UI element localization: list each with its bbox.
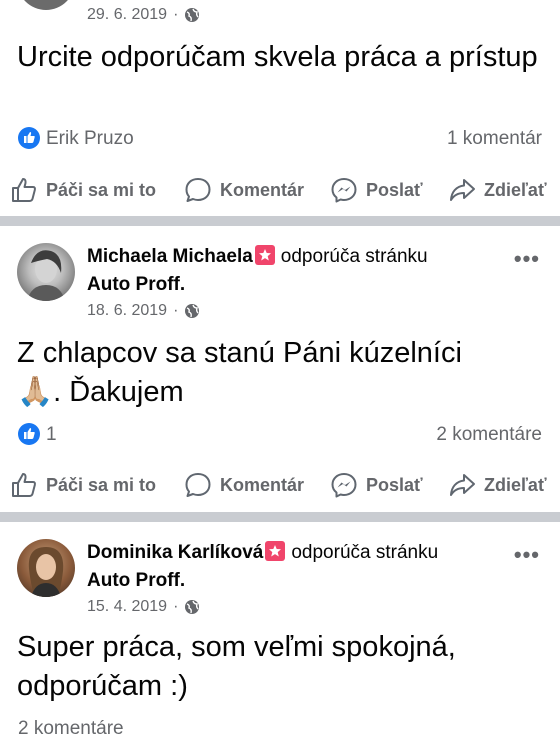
page-name[interactable]: Auto Proff.	[87, 274, 185, 295]
pray-emoji: 🙏🏼	[17, 376, 54, 408]
post-date[interactable]: 15. 4. 2019	[87, 598, 167, 616]
post-stats: 1 2 komentáre	[0, 422, 560, 448]
post-actions: Páči sa mi to Komentár Poslať Zdieľať	[0, 467, 560, 503]
post-divider	[0, 216, 560, 226]
more-options-button[interactable]: •••	[514, 246, 540, 272]
comment-label: Komentár	[220, 179, 305, 200]
author-line: Dominika Karlíková odporúča stránku Auto …	[87, 539, 507, 595]
like-label: Páči sa mi to	[46, 474, 157, 495]
post-2: Michaela Michaela odporúča stránku Auto P…	[0, 226, 560, 512]
post-date[interactable]: 18. 6. 2019	[87, 302, 167, 320]
avatar[interactable]	[17, 0, 75, 10]
share-icon	[450, 474, 475, 496]
post-stats: 2 komentáre	[0, 716, 560, 742]
comments-count[interactable]: 2 komentáre	[436, 422, 542, 448]
globe-icon	[185, 8, 200, 22]
like-reaction-icon	[18, 423, 40, 445]
post-meta: 15. 4. 2019 ·	[87, 598, 200, 616]
globe-icon	[185, 304, 200, 318]
author-name[interactable]: Dominika Karlíková	[87, 542, 263, 563]
avatar[interactable]	[17, 539, 75, 597]
author-line: Michaela Michaela odporúča stránku Auto P…	[87, 243, 507, 299]
reactions-names[interactable]: Erik Pruzo	[46, 126, 134, 152]
post-meta: 29. 6. 2019 ·	[87, 6, 200, 24]
post-1: 29. 6. 2019 · Urcite odporúčam skvela pr…	[0, 0, 560, 215]
comment-icon	[185, 473, 211, 497]
share-button[interactable]: Zdieľať	[448, 467, 547, 503]
comment-button[interactable]: Komentár	[184, 467, 304, 503]
comment-icon	[185, 178, 211, 202]
comments-count[interactable]: 1 komentár	[447, 126, 542, 152]
post-divider	[0, 512, 560, 522]
comment-label: Komentár	[220, 474, 305, 495]
globe-icon	[185, 600, 200, 614]
like-button[interactable]: Páči sa mi to	[10, 467, 156, 503]
recommend-badge-icon	[254, 245, 275, 265]
share-button[interactable]: Zdieľať	[448, 172, 547, 208]
post-text: Z chlapcov sa stanú Páni kúzelníci 🙏🏼. Ďa…	[17, 334, 547, 412]
meta-separator: ·	[173, 6, 179, 23]
send-label: Poslať	[366, 474, 423, 495]
comments-count[interactable]: 2 komentáre	[18, 716, 124, 742]
post-text: Super práca, som veľmi spokojná, odporúč…	[17, 631, 456, 702]
avatar-image	[27, 250, 65, 301]
meta-separator: ·	[173, 598, 179, 615]
recommend-text: odporúča stránku	[291, 542, 439, 563]
avatar-image	[28, 547, 64, 597]
share-label: Zdieľať	[484, 474, 547, 495]
share-icon	[450, 179, 475, 201]
comment-button[interactable]: Komentár	[184, 172, 304, 208]
avatar[interactable]	[17, 243, 75, 301]
send-label: Poslať	[366, 179, 423, 200]
post-actions: Páči sa mi to Komentár Poslať Zdieľať	[0, 172, 560, 208]
post-stats: Erik Pruzo 1 komentár	[0, 126, 560, 152]
recommend-badge-icon	[265, 541, 286, 561]
post-text-part: Z chlapcov sa stanú Páni kúzelníci	[17, 337, 462, 369]
post-date[interactable]: 29. 6. 2019	[87, 6, 167, 24]
like-label: Páči sa mi to	[46, 179, 157, 200]
like-button[interactable]: Páči sa mi to	[10, 172, 156, 208]
post-text-part: . Ďakujem	[53, 376, 184, 408]
page-name[interactable]: Auto Proff.	[87, 570, 185, 591]
share-label: Zdieľať	[484, 179, 547, 200]
more-options-button[interactable]: •••	[514, 542, 540, 568]
messenger-icon	[331, 178, 357, 203]
send-button[interactable]: Poslať	[330, 467, 423, 503]
post-3: Dominika Karlíková odporúča stránku Auto …	[0, 522, 560, 744]
meta-separator: ·	[173, 302, 179, 319]
thumbs-up-icon	[12, 473, 36, 497]
messenger-icon	[331, 473, 357, 498]
author-name[interactable]: Michaela Michaela	[87, 246, 253, 267]
send-button[interactable]: Poslať	[330, 172, 423, 208]
post-meta: 18. 6. 2019 ·	[87, 302, 200, 320]
reactions-count[interactable]: 1	[46, 422, 57, 448]
like-reaction-icon	[18, 127, 40, 149]
post-text: Urcite odporúčam skvela práca a prístup	[17, 41, 538, 73]
thumbs-up-icon	[12, 178, 36, 202]
recommend-text: odporúča stránku	[280, 246, 428, 267]
